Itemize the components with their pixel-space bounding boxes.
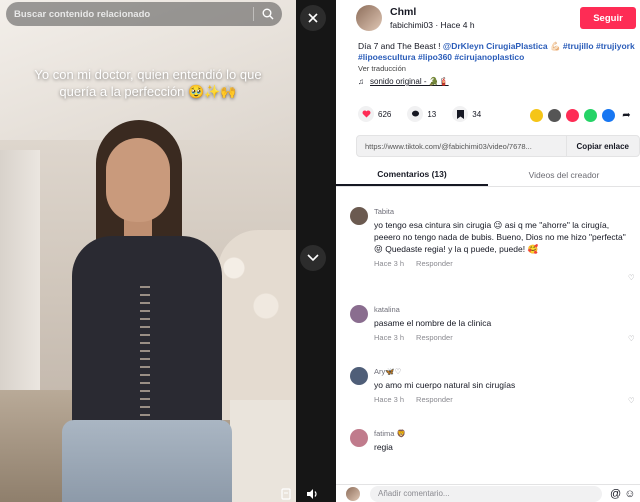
sound-link[interactable]: ♫ sonido original - 🐊🧯 <box>358 77 449 86</box>
comment-text: yo tengo esa cintura sin cirugia 😉 asi q… <box>374 220 626 254</box>
see-translation-link[interactable]: Ver traducción <box>358 64 406 73</box>
video-person-jeans <box>62 420 232 502</box>
comment-time: Hace 3 h <box>374 395 405 404</box>
tab-comments[interactable]: Comentarios (13) <box>336 163 488 186</box>
video-caption: Yo con mi doctor, quien entendió lo que … <box>34 67 262 99</box>
save-count: 34 <box>472 109 482 119</box>
related-search-input[interactable]: Buscar contenido relacionado <box>14 9 253 20</box>
heart-icon[interactable] <box>358 106 374 122</box>
comment-like-icon[interactable]: ♡ <box>628 273 635 282</box>
comment-time: Hace 3 h <box>374 333 405 342</box>
mention-link[interactable]: @DrKleyn CirugiaPlastica <box>443 41 548 51</box>
volume-icon[interactable] <box>304 486 320 502</box>
engagement-stats: 626 13 34 <box>358 106 497 122</box>
video-corset-hooks <box>140 286 150 426</box>
comment-button[interactable]: 13 <box>407 106 436 122</box>
comment-input-bar: Añadir comentario... @ ☺ <box>336 484 640 502</box>
comment-avatar[interactable] <box>350 367 368 385</box>
whatsapp-icon[interactable] <box>584 109 597 122</box>
share-arrow-icon[interactable]: ➦ <box>620 109 633 122</box>
follow-button[interactable]: Seguir <box>580 7 636 29</box>
comment-icon[interactable] <box>407 106 424 122</box>
related-search-bar[interactable]: Buscar contenido relacionado <box>6 2 282 26</box>
author-info[interactable]: Chml fabichimi03 · Hace 4 h <box>356 5 475 31</box>
reply-button[interactable]: Responder <box>416 333 453 342</box>
author-avatar[interactable] <box>356 5 382 31</box>
hashtag-link[interactable]: #lipo360 <box>418 52 452 62</box>
comment-text: pasame el nombre de la clinica <box>374 318 492 328</box>
hashtag-link[interactable]: #trujillo <box>563 41 594 51</box>
share-buttons: ➦ <box>530 109 638 122</box>
panel-tabs: Comentarios (13) Videos del creador <box>336 163 640 187</box>
save-button[interactable]: 34 <box>452 106 481 122</box>
chevron-down-icon <box>307 254 319 262</box>
next-video-button[interactable] <box>300 245 326 271</box>
comment-username[interactable]: katalina <box>374 305 626 314</box>
author-meta: fabichimi03 · Hace 4 h <box>390 20 475 30</box>
hashtag-link[interactable]: #trujiyork <box>596 41 635 51</box>
video-scene-curtain <box>0 150 40 390</box>
reply-button[interactable]: Responder <box>416 395 453 404</box>
add-comment-input[interactable]: Añadir comentario... <box>370 485 602 502</box>
hashtag-link[interactable]: #cirujanoplastico <box>454 52 524 62</box>
video-player[interactable]: Buscar contenido relacionado Yo con mi d… <box>0 0 296 502</box>
copy-link-box: https://www.tiktok.com/@fabichimi03/vide… <box>356 135 640 157</box>
my-avatar <box>346 486 360 501</box>
comment-username[interactable]: Tabita <box>374 207 626 216</box>
post-description: Día 7 and The Beast ! @DrKleyn CirugiaPl… <box>358 41 638 63</box>
copy-link-button[interactable]: Copiar enlace <box>565 136 639 156</box>
reply-button[interactable]: Responder <box>416 259 453 268</box>
comment-like-icon[interactable]: ♡ <box>628 396 635 405</box>
comment-time: Hace 3 h <box>374 259 405 268</box>
comment-username[interactable]: fatima 🦁 <box>374 429 626 438</box>
comment-username[interactable]: Ary🦋♡ <box>374 367 626 376</box>
tiktok-video-view: Buscar contenido relacionado Yo con mi d… <box>0 0 640 502</box>
comment-like-icon[interactable]: ♡ <box>628 334 635 343</box>
bookmark-icon[interactable] <box>452 106 469 122</box>
details-panel: Chml fabichimi03 · Hace 4 h Seguir Día 7… <box>336 0 640 502</box>
close-button[interactable] <box>300 5 326 31</box>
description-emoji: 💪🏻 <box>549 41 561 51</box>
video-person-face <box>106 138 170 222</box>
video-url[interactable]: https://www.tiktok.com/@fabichimi03/vide… <box>357 142 566 151</box>
video-scene-headboard <box>218 230 296 420</box>
author-name[interactable]: Chml <box>390 6 475 18</box>
facebook-icon[interactable] <box>602 109 615 122</box>
comment-avatar[interactable] <box>350 429 368 447</box>
like-button[interactable]: 626 <box>358 106 391 122</box>
music-note-icon: ♫ <box>358 77 364 86</box>
comment-avatar[interactable] <box>350 207 368 225</box>
comment-avatar[interactable] <box>350 305 368 323</box>
comment-text: yo amo mi cuerpo natural sin cirugías <box>374 380 516 390</box>
send-icon[interactable] <box>566 109 579 122</box>
search-icon[interactable] <box>254 2 282 26</box>
tab-creator-videos[interactable]: Videos del creador <box>488 163 640 186</box>
sound-label[interactable]: sonido original - 🐊🧯 <box>370 77 449 86</box>
description-text: Día 7 and The Beast ! <box>358 41 443 51</box>
like-count: 626 <box>378 109 392 119</box>
repost-icon[interactable] <box>530 109 543 122</box>
comment-text: regia <box>374 442 393 452</box>
mention-emoji-icons[interactable]: @ ☺ <box>610 488 635 500</box>
report-icon[interactable] <box>278 486 294 502</box>
hashtag-link[interactable]: #lipoescultura <box>358 52 416 62</box>
comment-count: 13 <box>427 109 437 119</box>
embed-icon[interactable] <box>548 109 561 122</box>
